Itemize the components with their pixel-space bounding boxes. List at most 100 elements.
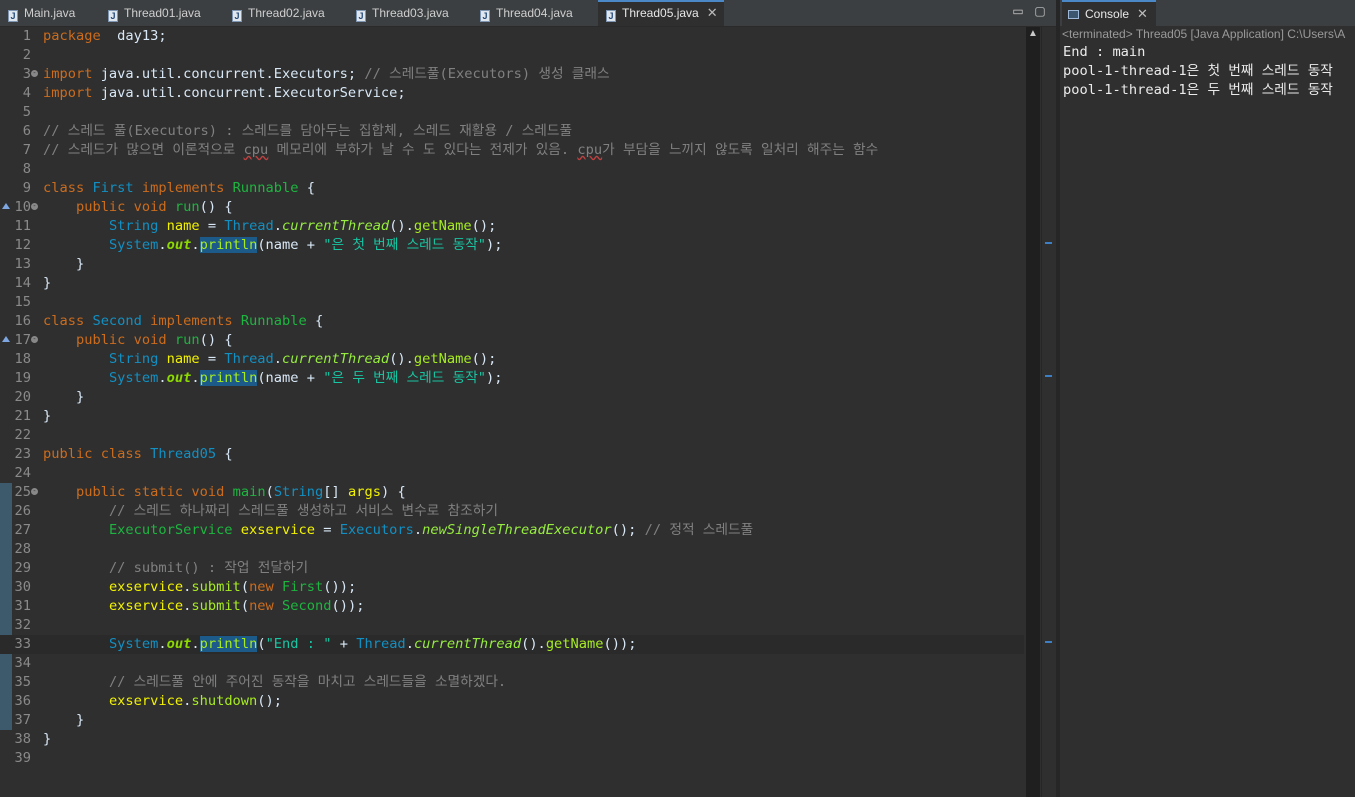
code-line[interactable]: 12 System.out.println(name + "은 첫 번째 스레드… [0,236,1024,255]
fold-toggle-icon[interactable] [31,488,38,495]
code-line[interactable]: 22 [0,426,1024,445]
code-line[interactable]: 6 // 스레드 풀(Executors) : 스레드를 담아두는 집합체, 스레… [0,122,1024,141]
scroll-up-arrow-icon[interactable]: ▲ [1026,27,1040,41]
code-line[interactable]: 17 public void run() { [0,331,1024,350]
code-token: (); [257,693,283,709]
console-view[interactable]: Console ✕ <terminated> Thread05 [Java App… [1060,0,1355,797]
code-line[interactable]: 21} [0,407,1024,426]
code-line[interactable]: 3 import java.util.concurrent.Executors; … [0,65,1024,84]
close-icon[interactable]: ✕ [1137,6,1148,21]
code-line[interactable]: 25 public static void main(String[] args… [0,483,1024,502]
minimize-icon[interactable]: ▭ [1010,4,1026,18]
code-line[interactable]: 8 [0,160,1024,179]
code-line[interactable]: 37 } [0,711,1024,730]
tab-thread03-java[interactable]: J Thread03.java [348,0,472,26]
code-line[interactable]: 29 // submit() : 작업 전달하기 [0,559,1024,578]
vertical-scrollbar[interactable] [1026,27,1040,797]
overview-ruler[interactable] [1041,27,1057,797]
code-line[interactable]: 20 } [0,388,1024,407]
line-number: 37 [14,712,31,728]
close-icon[interactable]: ✕ [707,5,718,20]
code-line[interactable]: 7 // 스레드가 많으면 이론적으로 cpu 메모리에 부하가 날 수 도 있다… [0,141,1024,160]
code-line[interactable]: 16 class Second implements Runnable { [0,312,1024,331]
console-monitor-icon [1068,10,1079,19]
code-line[interactable]: 34 [0,654,1024,673]
code-line[interactable]: 36 exservice.shutdown(); [0,692,1024,711]
tab-thread04-java[interactable]: J Thread04.java [472,0,596,26]
occurrence-marker[interactable] [1045,242,1052,244]
code-line[interactable]: 19 System.out.println(name + "은 두 번째 스레드… [0,369,1024,388]
fold-toggle-icon[interactable] [31,336,38,343]
code-text: import java.util.concurrent.Executors; /… [43,65,610,84]
code-line[interactable]: 13 } [0,255,1024,274]
occurrence-marker[interactable] [1045,641,1052,643]
line-number: 28 [14,541,31,557]
line-number: 32 [14,617,31,633]
tab-thread02-java[interactable]: J Thread02.java [224,0,348,26]
tab-thread01-java[interactable]: J Thread01.java [100,0,224,26]
code-line[interactable]: 28 [0,540,1024,559]
code-line[interactable]: 27 ExecutorService exservice = Executors… [0,521,1024,540]
code-line[interactable]: 39 [0,749,1024,768]
code-line[interactable]: 14} [0,274,1024,293]
code-token: Thread [224,351,274,367]
code-token: (name + [257,237,324,253]
fold-toggle-icon[interactable] [31,203,38,210]
code-line[interactable]: 2 [0,46,1024,65]
code-line[interactable]: 35 // 스레드풀 안에 주어진 동작을 마치고 스레드들을 소멸하겠다. [0,673,1024,692]
line-number: 1 [22,28,31,44]
code-line[interactable]: 18 String name = Thread.currentThread().… [0,350,1024,369]
fold-toggle-icon[interactable] [31,70,38,77]
code-editor[interactable]: J Main.java J Thread01.java J Thread02.java… [0,0,1057,797]
code-text: public void run() { [43,331,233,350]
code-text: } [43,711,84,730]
code-token: Second [282,598,332,614]
code-line[interactable]: 32 [0,616,1024,635]
code-line[interactable]: 23 public class Thread05 { [0,445,1024,464]
occurrence-marker[interactable] [1045,375,1052,377]
code-token: } [43,731,52,747]
code-token: ()); [603,636,637,652]
code-text: class Second implements Runnable { [43,312,323,331]
line-number: 18 [14,351,31,367]
code-line[interactable]: 9 class First implements Runnable { [0,179,1024,198]
code-token: "은 두 번째 스레드 동작" [323,370,487,386]
code-line[interactable]: 4 import java.util.concurrent.ExecutorSer… [0,84,1024,103]
code-line[interactable]: 24 [0,464,1024,483]
code-token: currentThread [282,218,390,234]
tab-thread05-java[interactable]: J Thread05.java ✕ [598,0,724,26]
java-file-icon: J [480,10,490,22]
code-line[interactable]: 15 [0,293,1024,312]
code-line[interactable]: 30 exservice.submit(new First()); [0,578,1024,597]
code-token: Runnable [240,313,307,329]
maximize-icon[interactable]: ▢ [1032,4,1048,18]
code-line[interactable]: 38} [0,730,1024,749]
code-token: } [43,275,52,291]
code-area[interactable]: 1package day13;23import java.util.concur… [0,27,1024,797]
code-line[interactable]: 33 System.out.println("End : " + Thread.… [0,635,1024,654]
code-token: Second [92,313,142,329]
code-line[interactable]: 11 String name = Thread.currentThread().… [0,217,1024,236]
code-token: = [314,522,340,538]
line-number: 5 [22,104,31,120]
code-line[interactable]: 26 // 스레드 하나짜리 스레드풀 생성하고 서비스 변수로 참조하기 [0,502,1024,521]
code-token: Thread [224,218,274,234]
code-line[interactable]: 5 [0,103,1024,122]
code-token: run [174,199,200,215]
code-line[interactable]: 1 package day13; [0,27,1024,46]
code-line[interactable]: 10 public void run() { [0,198,1024,217]
code-token: . [158,636,167,652]
code-token: (); [611,522,645,538]
code-token: getName [413,351,472,367]
code-token: public [75,484,126,500]
tab-main-java[interactable]: J Main.java [0,0,100,26]
tab-console[interactable]: Console ✕ [1062,0,1156,26]
code-text: // submit() : 작업 전달하기 [43,559,308,578]
code-line[interactable]: 31 exservice.submit(new Second()); [0,597,1024,616]
line-number: 30 [14,579,31,595]
